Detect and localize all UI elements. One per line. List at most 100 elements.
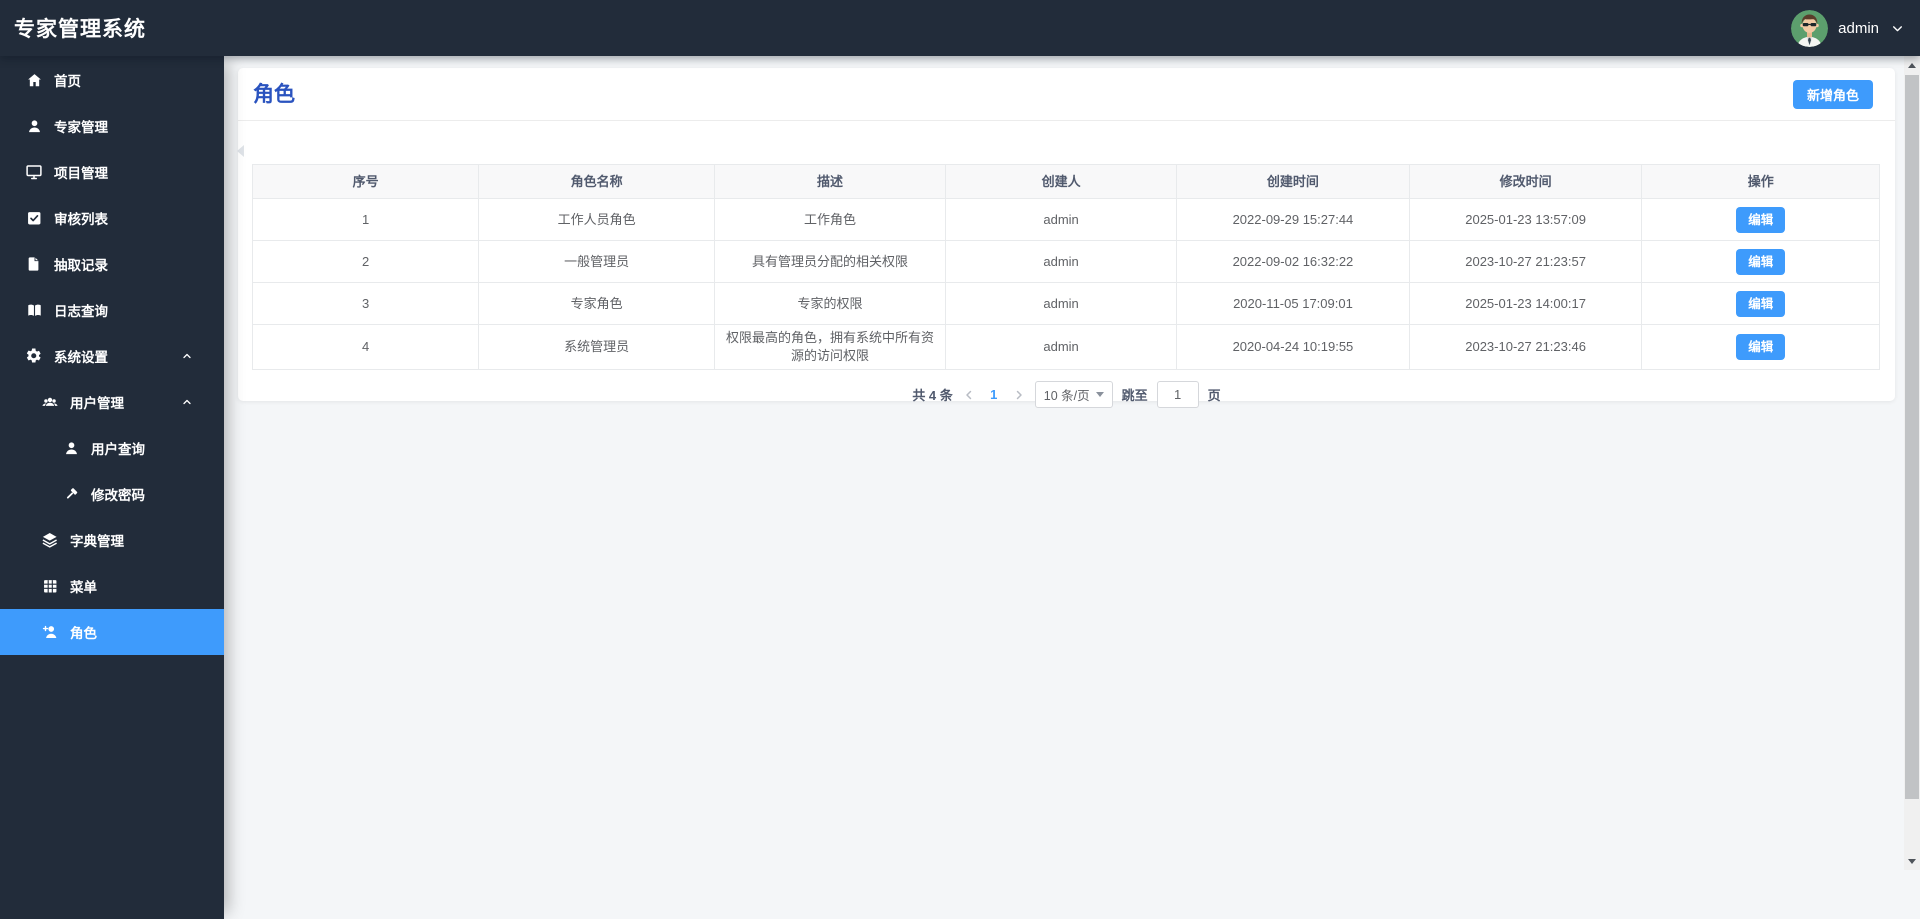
- sidebar-item-label: 专家管理: [54, 120, 108, 135]
- sidebar-item-change-password[interactable]: 修改密码: [0, 471, 224, 517]
- column-header: 修改时间: [1408, 164, 1643, 199]
- table-row: 1 工作人员角色 工作角色 admin 2022-09-29 15:27:44 2025-…: [251, 198, 1880, 241]
- cell-created: 2020-11-05 17:09:01: [1176, 282, 1410, 325]
- cell-created: 2020-04-24 10:19:55: [1176, 324, 1410, 370]
- sidebar-item-draw-records[interactable]: 抽取记录: [0, 241, 224, 287]
- user-plus-icon: [41, 623, 59, 641]
- cell-creator: admin: [945, 198, 1178, 241]
- chevron-down-icon[interactable]: [1891, 22, 1904, 35]
- cell-action: 编辑: [1641, 324, 1880, 370]
- scroll-up-icon[interactable]: [1904, 56, 1920, 74]
- edit-button[interactable]: 编辑: [1736, 206, 1786, 233]
- table-row: 2 一般管理员 具有管理员分配的相关权限 admin 2022-09-02 16:32:…: [251, 240, 1880, 283]
- sidebar-item-dict-mgmt[interactable]: 字典管理: [0, 517, 224, 563]
- cell-desc: 专家的权限: [714, 282, 947, 325]
- card-header: 角色 新增角色: [238, 68, 1895, 121]
- caret-down-icon: [1095, 392, 1104, 397]
- cell-creator: admin: [945, 240, 1178, 283]
- cell-modified: 2023-10-27 21:23:46: [1408, 324, 1643, 370]
- sidebar-item-label: 修改密码: [91, 488, 145, 503]
- scrollbar-thumb[interactable]: [1905, 75, 1919, 799]
- sidebar-item-expert-mgmt[interactable]: 专家管理: [0, 103, 224, 149]
- avatar[interactable]: [1791, 9, 1829, 47]
- user-icon: [62, 439, 80, 457]
- column-header: 描述: [714, 164, 947, 199]
- username[interactable]: admin: [1838, 20, 1879, 37]
- sidebar-item-log-query[interactable]: 日志查询: [0, 287, 224, 333]
- sidebar-item-label: 日志查询: [54, 304, 108, 319]
- sidebar-item-user-query[interactable]: 用户查询: [0, 425, 224, 471]
- page-title: 角色: [253, 83, 295, 106]
- user-menu[interactable]: admin: [1791, 0, 1904, 56]
- page-size-value: 10 条/页: [1043, 389, 1090, 403]
- cell-modified: 2025-01-23 13:57:09: [1408, 198, 1643, 241]
- sidebar: 首页专家管理项目管理 审核列表 抽取记录日志查询系统设置用户管理用户查询修改密码字典…: [0, 56, 224, 919]
- column-header: 创建时间: [1176, 164, 1410, 199]
- sidebar-item-audit-list[interactable]: 审核列表: [0, 195, 224, 241]
- cell-created: 2022-09-02 16:32:22: [1176, 240, 1410, 283]
- cell-created: 2022-09-29 15:27:44: [1176, 198, 1410, 241]
- add-role-button[interactable]: 新增角色: [1792, 80, 1873, 109]
- pagination-total: 共 4 条: [912, 388, 953, 403]
- sidebar-item-role[interactable]: 角色: [0, 609, 224, 655]
- jump-suffix-label: 页: [1207, 388, 1221, 403]
- cell-creator: admin: [945, 324, 1178, 370]
- sidebar-item-project-mgmt[interactable]: 项目管理: [0, 149, 224, 195]
- grid-icon: [41, 577, 59, 595]
- table-row: 4 系统管理员 权限最高的角色，拥有系统中所有资源的访问权限 admin 2020-04…: [251, 324, 1880, 370]
- cell-action: 编辑: [1641, 240, 1880, 283]
- sidebar-item-label: 用户查询: [91, 442, 145, 457]
- cell-name: 系统管理员: [478, 324, 716, 370]
- sidebar-item-user-mgmt[interactable]: 用户管理: [0, 379, 224, 425]
- user-icon: [25, 117, 43, 135]
- cell-modified: 2025-01-23 14:00:17: [1408, 282, 1643, 325]
- cell-action: 编辑: [1641, 198, 1880, 241]
- roles-table: 序号 角色名称 描述 创建人 创建时间 修改时间 操作 1 工作人员角色 工作角色 admin 20…: [251, 164, 1880, 370]
- page-number[interactable]: 1: [985, 387, 1003, 402]
- next-page-icon[interactable]: [1012, 388, 1026, 402]
- cell-no: 3: [251, 282, 480, 325]
- cell-desc: 具有管理员分配的相关权限: [714, 240, 947, 283]
- file-icon: [25, 255, 43, 273]
- cell-creator: admin: [945, 282, 1178, 325]
- chevron-up-icon[interactable]: [181, 350, 193, 362]
- cell-name: 专家角色: [478, 282, 716, 325]
- edit-button[interactable]: 编辑: [1736, 248, 1786, 275]
- cell-name: 一般管理员: [478, 240, 716, 283]
- vertical-scrollbar[interactable]: [1904, 56, 1920, 870]
- page-size-select[interactable]: 10 条/页: [1034, 381, 1113, 408]
- monitor-icon: [25, 163, 43, 181]
- table-wrap: 序号 角色名称 描述 创建人 创建时间 修改时间 操作 1 工作人员角色 工作角色 admin 20…: [251, 164, 1880, 370]
- sidebar-item-home[interactable]: 首页: [0, 57, 224, 103]
- hammer-icon: [62, 485, 80, 503]
- scroll-down-icon[interactable]: [1904, 852, 1920, 870]
- cell-action: 编辑: [1641, 282, 1880, 325]
- collapse-handle-icon[interactable]: [237, 145, 244, 157]
- gear-icon: [25, 347, 43, 365]
- app-header: 专家管理系统 admin: [0, 0, 1920, 56]
- sidebar-item-menu[interactable]: 菜单: [0, 563, 224, 609]
- column-header: 创建人: [945, 164, 1178, 199]
- sidebar-item-label: 用户管理: [70, 396, 124, 411]
- cell-no: 2: [251, 240, 480, 283]
- column-header: 角色名称: [478, 164, 716, 199]
- sidebar-item-label: 字典管理: [70, 534, 124, 549]
- pagination: 共 4 条 1 10 条/页 跳至 页: [238, 381, 1895, 408]
- cell-modified: 2023-10-27 21:23:57: [1408, 240, 1643, 283]
- cell-name: 工作人员角色: [478, 198, 716, 241]
- edit-button[interactable]: 编辑: [1736, 290, 1786, 317]
- layers-icon: [41, 531, 59, 549]
- sidebar-item-label: 角色: [70, 626, 97, 641]
- sidebar-item-system-settings[interactable]: 系统设置: [0, 333, 224, 379]
- sidebar-item-label: 首页: [54, 74, 81, 89]
- sidebar-item-label: 菜单: [70, 580, 97, 595]
- home-icon: [25, 71, 43, 89]
- chevron-up-icon[interactable]: [181, 396, 193, 408]
- edit-button[interactable]: 编辑: [1736, 334, 1786, 360]
- app-title: 专家管理系统: [14, 18, 146, 41]
- cell-no: 1: [251, 198, 480, 241]
- prev-page-icon[interactable]: [962, 388, 976, 402]
- jump-page-input[interactable]: [1156, 381, 1199, 408]
- content-card: 角色 新增角色 序号 角色名称 描述 创建人 创建时间 修改时间 操作 1 工作人员角色 工作角…: [237, 68, 1895, 408]
- cell-desc: 权限最高的角色，拥有系统中所有资源的访问权限: [714, 324, 947, 370]
